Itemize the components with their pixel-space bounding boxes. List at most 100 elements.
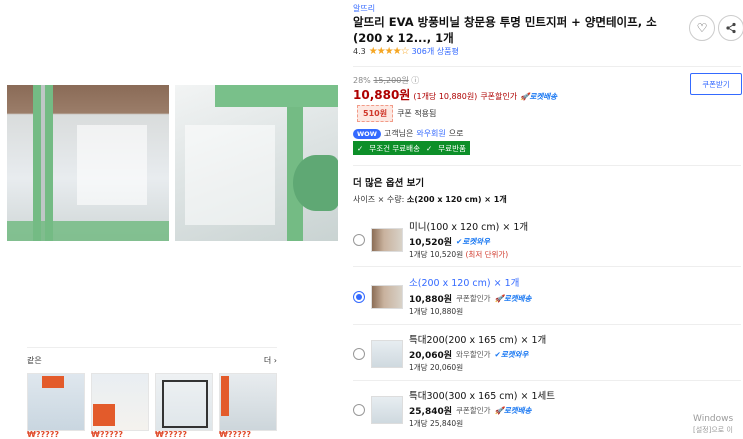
rating-score: 4.3 bbox=[353, 47, 366, 56]
option-radio-checked[interactable] bbox=[353, 291, 365, 303]
option-price-row: 10,520원 ✔로켓와우 bbox=[409, 235, 490, 248]
similar-more-link[interactable]: 더 › bbox=[264, 355, 277, 366]
option-name: 특대300(300 x 165 cm) × 1세트 bbox=[409, 391, 555, 402]
zipper-line bbox=[41, 85, 45, 241]
bottom-strip bbox=[7, 221, 169, 241]
original-price: 15,200원 bbox=[373, 76, 409, 85]
coupon-download-button[interactable]: 쿠폰받기 bbox=[690, 73, 742, 95]
free-shipping-banner: ✓ 무조건 무료배송 ✓ 무료반품 bbox=[353, 141, 470, 155]
selection-value: 소(200 x 120 cm) × 1개 bbox=[406, 195, 507, 204]
check-icon: ✓ bbox=[357, 143, 364, 153]
thumb-frame bbox=[162, 380, 208, 428]
option-row[interactable]: 특대200(200 x 165 cm) × 1개 20,060원 와우할인가 ✔… bbox=[353, 328, 741, 378]
option-price-tag: 쿠폰할인가 bbox=[456, 294, 491, 303]
sale-price: 10,880원 bbox=[353, 88, 411, 102]
star-rating-icon: ★★★★☆ bbox=[368, 46, 410, 57]
divider bbox=[353, 380, 741, 381]
share-icon bbox=[726, 22, 736, 34]
zipper-pull bbox=[293, 155, 338, 211]
rocket-wow-badge: ✔로켓와우 bbox=[456, 237, 490, 246]
divider bbox=[353, 266, 741, 267]
selection-summary: 사이즈 × 수량: 소(200 x 120 cm) × 1개 bbox=[353, 194, 507, 205]
coupon-amount-tag: 510원 bbox=[357, 105, 394, 122]
similar-price-3: ₩????? bbox=[155, 430, 188, 439]
option-row-selected[interactable]: 소(200 x 120 cm) × 1개 10,880원 쿠폰할인가 🚀로켓배송… bbox=[353, 270, 741, 322]
wow-member-link[interactable]: 와우회원 bbox=[416, 128, 445, 139]
thumb-badge bbox=[221, 376, 229, 416]
option-name: 소(200 x 120 cm) × 1개 bbox=[409, 278, 520, 289]
divider bbox=[353, 324, 741, 325]
option-price-tag: 와우할인가 bbox=[456, 350, 491, 359]
film-glare bbox=[77, 125, 147, 205]
option-thumbnail bbox=[371, 228, 403, 252]
similar-price-4: ₩????? bbox=[219, 430, 252, 439]
option-unit-price: 1개당 10,520원 (최저 단위가) bbox=[409, 250, 509, 259]
similar-products-header: 같은 더 › bbox=[27, 347, 277, 372]
thumb-badge bbox=[42, 376, 64, 388]
wow-suffix: 으로 bbox=[448, 129, 464, 138]
more-options-title: 더 많은 옵션 보기 bbox=[353, 178, 425, 189]
review-count-link[interactable]: 306개 상품평 bbox=[412, 46, 459, 57]
option-unit-price: 1개당 10,880원 bbox=[409, 307, 464, 316]
option-price-row: 25,840원 쿠폰할인가 🚀로켓배송 bbox=[409, 404, 531, 417]
option-price-row: 20,060원 와우할인가 ✔로켓와우 bbox=[409, 348, 528, 361]
info-icon[interactable]: ⓘ bbox=[411, 76, 419, 85]
rocket-delivery-badge: 🚀로켓배송 bbox=[494, 406, 532, 415]
wow-badge: WOW bbox=[353, 128, 381, 139]
similar-thumb-3[interactable] bbox=[155, 373, 213, 431]
option-price: 25,840원 bbox=[409, 407, 453, 417]
similar-thumb-2[interactable] bbox=[91, 373, 149, 431]
option-radio[interactable] bbox=[353, 348, 365, 360]
free-shipping-text: 무조건 무료배송 bbox=[369, 143, 420, 153]
coupon-applied-text: 쿠폰 적용됨 bbox=[397, 109, 437, 118]
selection-prefix: 사이즈 × 수량: bbox=[353, 195, 405, 204]
lowest-unit-label: (최저 단위가) bbox=[465, 250, 509, 259]
option-thumbnail bbox=[371, 340, 403, 368]
brand-link[interactable]: 알뜨리 bbox=[353, 3, 375, 14]
option-row[interactable]: 미니(100 x 120 cm) × 1개 10,520원 ✔로켓와우 1개당 … bbox=[353, 214, 741, 264]
option-price-row: 10,880원 쿠폰할인가 🚀로켓배송 bbox=[409, 292, 531, 305]
thumb-badge bbox=[93, 404, 115, 426]
similar-thumb-4[interactable] bbox=[219, 373, 277, 431]
rocket-delivery-badge: 🚀로켓배송 bbox=[520, 92, 558, 101]
product-image-1[interactable] bbox=[7, 85, 169, 241]
heart-icon: ♡ bbox=[696, 21, 708, 35]
divider bbox=[353, 66, 741, 67]
windows-activation-watermark: Windows [설정]으로 이 bbox=[693, 414, 734, 434]
unit-price: (1개당 10,880원) bbox=[413, 92, 478, 101]
divider bbox=[353, 165, 741, 166]
coupon-applied-row: 510원 쿠폰 적용됨 bbox=[357, 105, 436, 122]
option-radio[interactable] bbox=[353, 234, 365, 246]
coupon-discount-label: 쿠폰할인가 bbox=[480, 92, 518, 101]
coupon-download-label: 쿠폰받기 bbox=[702, 79, 730, 89]
similar-label: 같은 bbox=[27, 356, 42, 365]
option-price: 10,520원 bbox=[409, 238, 453, 248]
sale-price-row: 10,880원 (1개당 10,880원) 쿠폰할인가 🚀로켓배송 bbox=[353, 86, 557, 103]
similar-price-2: ₩????? bbox=[91, 430, 124, 439]
product-title: 알뜨리 EVA 방풍비닐 창문용 투명 민트지퍼 + 양면테이프, 소(200 … bbox=[353, 15, 657, 45]
wishlist-button[interactable]: ♡ bbox=[689, 15, 715, 41]
option-unit-price: 1개당 25,840원 bbox=[409, 419, 464, 428]
wow-text: 고객님은 bbox=[383, 129, 414, 138]
option-row[interactable]: 특대300(300 x 165 cm) × 1세트 25,840원 쿠폰할인가 … bbox=[353, 384, 741, 436]
rating-row: 4.3 ★★★★☆ 306개 상품평 bbox=[353, 46, 459, 57]
option-thumbnail bbox=[371, 396, 403, 424]
option-unit-price: 1개당 20,060원 bbox=[409, 363, 464, 372]
similar-thumb-1[interactable] bbox=[27, 373, 85, 431]
discount-row: 28% 15,200원 ⓘ bbox=[353, 75, 419, 86]
free-return-text: 무료반품 bbox=[438, 143, 466, 153]
film-glare bbox=[185, 125, 275, 225]
option-price-tag: 쿠폰할인가 bbox=[456, 406, 491, 415]
rocket-delivery-badge: 🚀로켓배송 bbox=[494, 294, 532, 303]
wow-member-row: WOW 고객님은 와우회원 으로 bbox=[353, 128, 464, 139]
similar-price-1: ₩????? bbox=[27, 430, 60, 439]
product-image-2[interactable] bbox=[175, 85, 338, 241]
option-price: 20,060원 bbox=[409, 351, 453, 361]
discount-rate: 28% bbox=[353, 76, 371, 85]
option-name: 특대200(200 x 165 cm) × 1개 bbox=[409, 335, 547, 346]
share-button[interactable] bbox=[718, 15, 743, 41]
option-radio[interactable] bbox=[353, 404, 365, 416]
option-name: 미니(100 x 120 cm) × 1개 bbox=[409, 222, 529, 233]
option-thumbnail bbox=[371, 285, 403, 309]
check-icon: ✓ bbox=[425, 143, 433, 153]
